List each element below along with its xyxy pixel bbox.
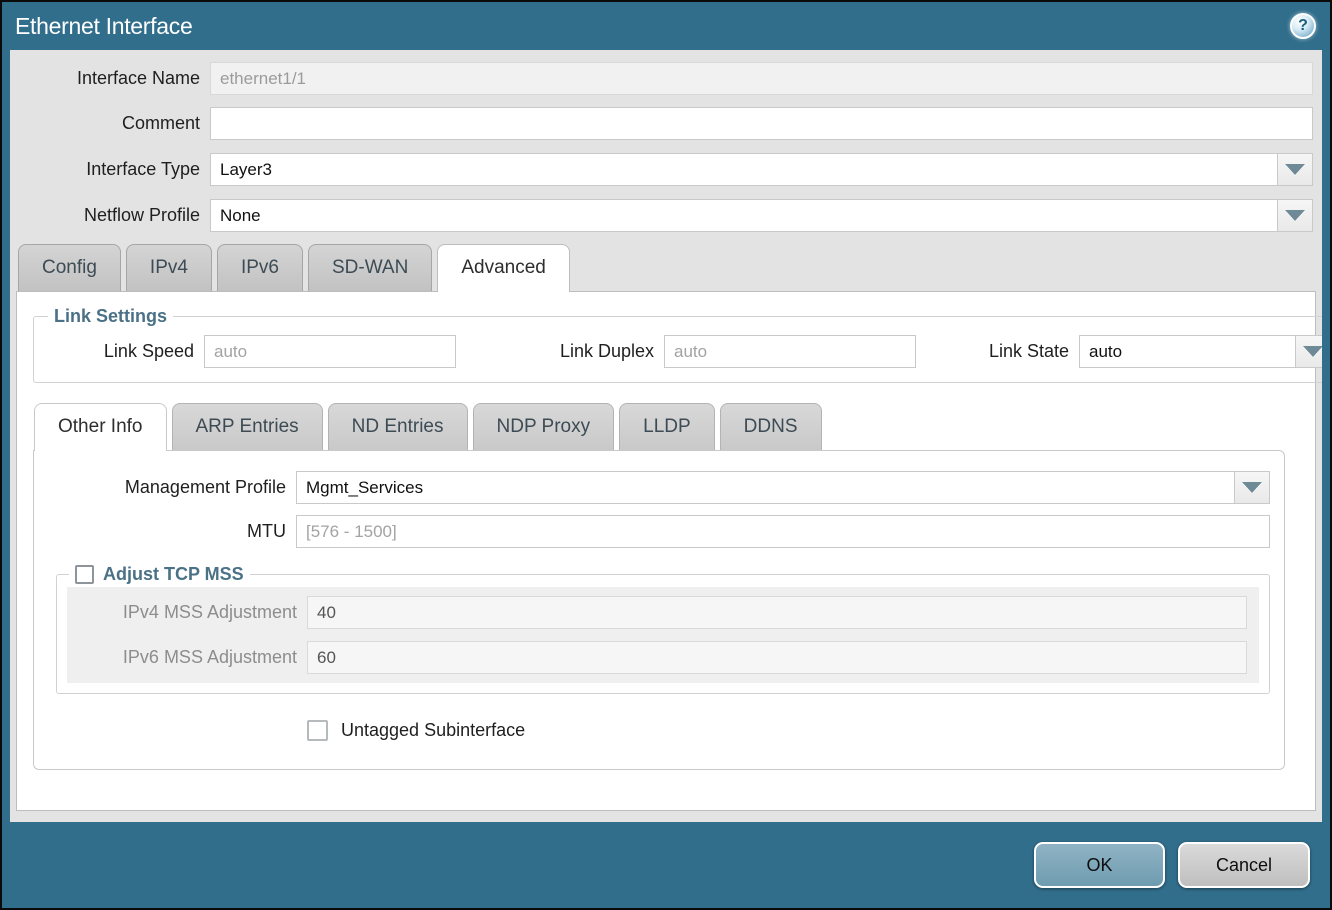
link-settings-legend: Link Settings (48, 306, 173, 327)
tab-advanced[interactable]: Advanced (437, 244, 570, 292)
ok-button[interactable]: OK (1034, 842, 1165, 888)
ipv4-mss-field (307, 596, 1247, 629)
dialog-title: Ethernet Interface (15, 13, 192, 40)
dialog-body: Interface Name Comment Interface Type Ne… (10, 50, 1322, 822)
chevron-down-icon (1303, 346, 1322, 357)
link-state-value[interactable] (1079, 335, 1295, 368)
untagged-subinterface-row: Untagged Subinterface (307, 720, 1270, 741)
tab-arp-entries[interactable]: ARP Entries (172, 403, 323, 450)
tab-other-info[interactable]: Other Info (34, 403, 167, 451)
link-duplex-label: Link Duplex (504, 341, 664, 362)
management-profile-row: Management Profile (34, 471, 1270, 504)
interface-type-value[interactable] (210, 153, 1277, 186)
netflow-profile-dropdown-button[interactable] (1277, 199, 1313, 232)
chevron-down-icon (1285, 164, 1305, 175)
chevron-down-icon (1285, 210, 1305, 221)
ipv4-mss-label: IPv4 MSS Adjustment (79, 602, 307, 623)
link-state-label: Link State (976, 341, 1079, 362)
advanced-tab-panel: Link Settings Link Speed Link Duplex Lin… (16, 291, 1316, 811)
ipv6-mss-field (307, 641, 1247, 674)
netflow-profile-label: Netflow Profile (10, 205, 210, 226)
tab-config[interactable]: Config (18, 244, 121, 291)
tab-ddns[interactable]: DDNS (720, 403, 822, 450)
comment-label: Comment (10, 113, 210, 134)
ethernet-interface-dialog: Ethernet Interface ? Interface Name Comm… (0, 0, 1332, 910)
adjust-tcp-mss-checkbox[interactable] (75, 565, 94, 584)
link-speed-label: Link Speed (46, 341, 204, 362)
tab-sdwan[interactable]: SD-WAN (308, 244, 432, 291)
interface-type-row: Interface Type (10, 153, 1313, 186)
inner-tab-bar: Other Info ARP Entries ND Entries NDP Pr… (34, 403, 1299, 450)
adjust-tcp-mss-legend: Adjust TCP MSS (75, 564, 244, 585)
interface-type-label: Interface Type (10, 159, 210, 180)
other-info-panel: Management Profile MTU (33, 450, 1285, 770)
tab-ipv4[interactable]: IPv4 (126, 244, 212, 291)
management-profile-value[interactable] (296, 471, 1234, 504)
ipv6-mss-row: IPv6 MSS Adjustment (79, 641, 1247, 674)
tab-nd-entries[interactable]: ND Entries (328, 403, 468, 450)
link-settings-row: Link Speed Link Duplex Link State (46, 335, 1322, 368)
management-profile-dropdown-button[interactable] (1234, 471, 1270, 504)
adjust-tcp-mss-fieldset: Adjust TCP MSS IPv4 MSS Adjustment IPv6 … (56, 564, 1270, 694)
cancel-button[interactable]: Cancel (1178, 842, 1310, 888)
question-mark-icon: ? (1298, 17, 1308, 35)
interface-name-label: Interface Name (10, 68, 210, 89)
management-profile-dropdown[interactable] (296, 471, 1270, 504)
mtu-row: MTU (34, 515, 1270, 548)
untagged-subinterface-label: Untagged Subinterface (341, 720, 525, 741)
mtu-field[interactable] (296, 515, 1270, 548)
comment-field[interactable] (210, 107, 1313, 140)
link-duplex-field[interactable] (664, 335, 916, 368)
tab-ipv6[interactable]: IPv6 (217, 244, 303, 291)
adjust-tcp-mss-label: Adjust TCP MSS (103, 564, 244, 585)
mtu-label: MTU (34, 521, 296, 542)
link-state-dropdown-button[interactable] (1295, 335, 1322, 368)
netflow-profile-value[interactable] (210, 199, 1277, 232)
link-state-dropdown[interactable] (1079, 335, 1322, 368)
help-icon[interactable]: ? (1290, 13, 1316, 39)
ipv6-mss-label: IPv6 MSS Adjustment (79, 647, 307, 668)
tab-lldp[interactable]: LLDP (619, 403, 715, 450)
interface-type-dropdown-button[interactable] (1277, 153, 1313, 186)
link-settings-fieldset: Link Settings Link Speed Link Duplex Lin… (33, 306, 1322, 383)
interface-name-field (210, 62, 1313, 95)
netflow-profile-dropdown[interactable] (210, 199, 1313, 232)
link-speed-field[interactable] (204, 335, 456, 368)
title-bar: Ethernet Interface ? (2, 2, 1330, 50)
netflow-profile-row: Netflow Profile (10, 199, 1313, 232)
tab-ndp-proxy[interactable]: NDP Proxy (473, 403, 615, 450)
mss-disabled-section: IPv4 MSS Adjustment IPv6 MSS Adjustment (67, 587, 1259, 683)
interface-name-row: Interface Name (10, 62, 1313, 95)
management-profile-label: Management Profile (34, 477, 296, 498)
ipv4-mss-row: IPv4 MSS Adjustment (79, 596, 1247, 629)
chevron-down-icon (1242, 482, 1262, 493)
interface-type-dropdown[interactable] (210, 153, 1313, 186)
untagged-subinterface-checkbox[interactable] (307, 720, 328, 741)
comment-row: Comment (10, 107, 1313, 140)
dialog-footer: OK Cancel (2, 822, 1330, 908)
main-tab-bar: Config IPv4 IPv6 SD-WAN Advanced (18, 244, 1322, 291)
